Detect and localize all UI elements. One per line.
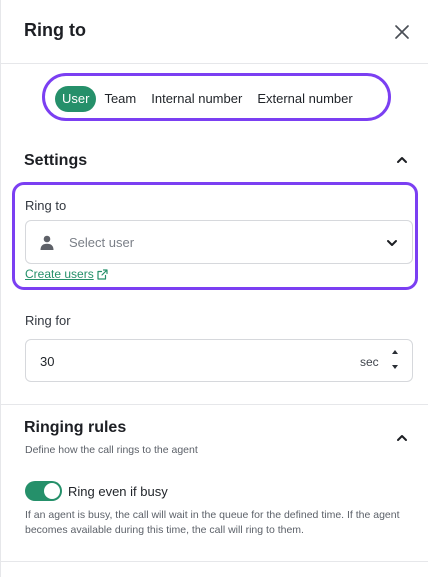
- tab-internal-number[interactable]: Internal number: [144, 86, 249, 112]
- panel-title: Ring to: [24, 20, 86, 40]
- close-icon: [395, 25, 409, 39]
- ring-to-label: Ring to: [25, 198, 67, 213]
- increment-icon[interactable]: [389, 347, 401, 357]
- tab-external-number[interactable]: External number: [250, 86, 359, 112]
- tab-team[interactable]: Team: [97, 86, 143, 112]
- chevron-up-icon: [397, 435, 407, 441]
- ring-to-panel: Ring to User Team Internal number Extern…: [0, 0, 428, 577]
- user-icon: [40, 235, 54, 250]
- ring-target-tabs: User Team Internal number External numbe…: [55, 86, 360, 112]
- tab-user[interactable]: User: [55, 86, 97, 112]
- chevron-up-icon: [397, 157, 407, 163]
- ring-for-unit: sec: [360, 355, 379, 369]
- panel-header: Ring to: [1, 0, 428, 64]
- section-divider: [1, 404, 428, 405]
- ringing-rules-description: Define how the call rings to the agent: [25, 444, 198, 456]
- chevron-down-icon: [387, 240, 397, 246]
- ringing-rules-title: Ringing rules: [24, 419, 127, 436]
- ring-for-input[interactable]: 30 sec: [25, 339, 413, 382]
- ringing-rules-collapse-button[interactable]: [395, 431, 409, 445]
- ring-even-if-busy-toggle[interactable]: [25, 481, 62, 501]
- select-user-placeholder: Select user: [69, 235, 135, 250]
- settings-collapse-button[interactable]: [395, 153, 409, 167]
- close-button[interactable]: [390, 20, 414, 44]
- settings-section-title: Settings: [24, 152, 88, 169]
- create-users-link[interactable]: Create users: [25, 267, 108, 281]
- bottom-divider: [1, 561, 428, 562]
- create-users-label: Create users: [25, 267, 94, 281]
- ring-for-value: 30: [40, 354, 55, 369]
- toggle-knob: [44, 483, 60, 499]
- ring-for-label: Ring for: [25, 313, 71, 328]
- ringing-rules-help-text: If an agent is busy, the call will wait …: [25, 509, 400, 536]
- decrement-icon[interactable]: [389, 362, 401, 372]
- external-link-icon: [97, 268, 108, 280]
- ring-even-if-busy-label: Ring even if busy: [68, 484, 168, 499]
- select-user-dropdown[interactable]: Select user: [25, 220, 413, 264]
